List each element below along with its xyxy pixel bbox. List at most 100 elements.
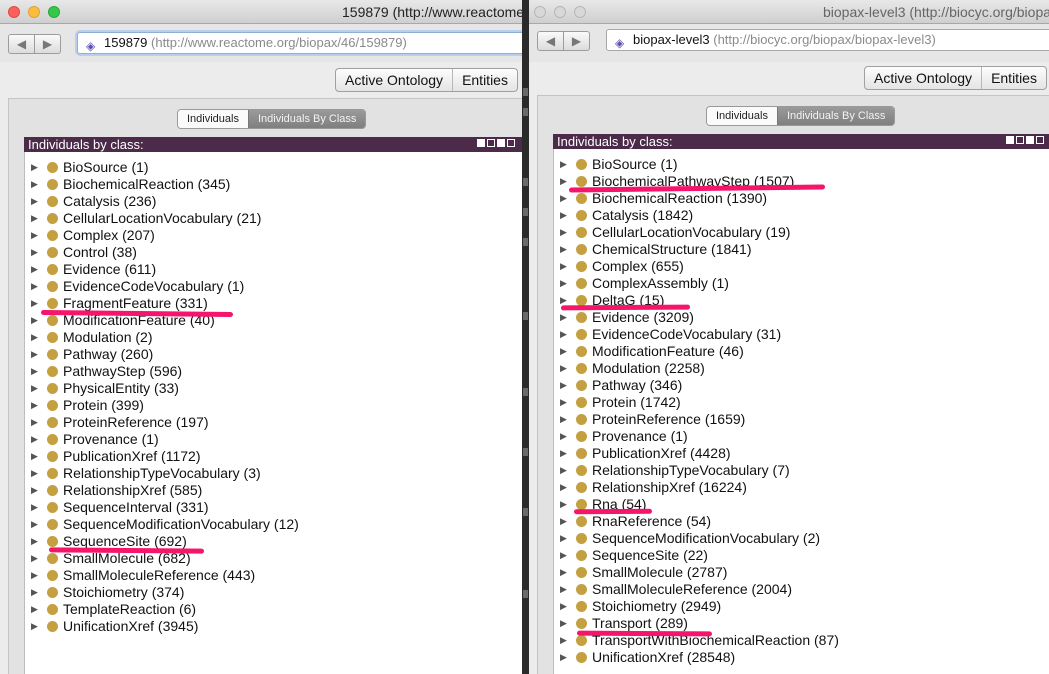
class-tree-row[interactable]: ▶ ModificationFeature (46) xyxy=(554,343,1034,360)
expand-arrow-icon[interactable]: ▶ xyxy=(31,244,38,261)
class-tree-row[interactable]: ▶ PathwayStep (596) xyxy=(25,363,505,380)
expand-arrow-icon[interactable]: ▶ xyxy=(31,363,38,380)
view-minimize-icon[interactable] xyxy=(1016,136,1024,144)
expand-arrow-icon[interactable]: ▶ xyxy=(31,567,38,584)
class-tree-row[interactable]: ▶ PhysicalEntity (33) xyxy=(25,380,505,397)
expand-arrow-icon[interactable]: ▶ xyxy=(560,513,567,530)
class-tree-row[interactable]: ▶ RelationshipXref (16224) xyxy=(554,479,1034,496)
expand-arrow-icon[interactable]: ▶ xyxy=(560,326,567,343)
expand-arrow-icon[interactable]: ▶ xyxy=(31,312,38,329)
class-tree-row[interactable]: ▶ Complex (207) xyxy=(25,227,505,244)
expand-arrow-icon[interactable]: ▶ xyxy=(31,261,38,278)
expand-arrow-icon[interactable]: ▶ xyxy=(31,210,38,227)
individuals-by-class-button[interactable]: Individuals By Class xyxy=(247,110,366,128)
class-tree-row[interactable]: ▶ Protein (399) xyxy=(25,397,505,414)
individuals-button[interactable]: Individuals xyxy=(707,107,777,125)
expand-arrow-icon[interactable]: ▶ xyxy=(560,241,567,258)
class-tree-row[interactable]: ▶ Transport (289) xyxy=(554,615,1034,632)
expand-arrow-icon[interactable]: ▶ xyxy=(560,411,567,428)
individuals-button[interactable]: Individuals xyxy=(178,110,248,128)
class-tree-row[interactable]: ▶ SmallMoleculeReference (443) xyxy=(25,567,505,584)
class-tree-row[interactable]: ▶ Pathway (346) xyxy=(554,377,1034,394)
forward-arrow-icon[interactable]: ▶ xyxy=(564,32,589,50)
expand-arrow-icon[interactable]: ▶ xyxy=(31,618,38,635)
class-tree-row[interactable]: ▶ SequenceInterval (331) xyxy=(25,499,505,516)
expand-arrow-icon[interactable]: ▶ xyxy=(31,431,38,448)
expand-arrow-icon[interactable]: ▶ xyxy=(31,533,38,550)
class-tree-row[interactable]: ▶ RelationshipTypeVocabulary (3) xyxy=(25,465,505,482)
class-tree-row[interactable]: ▶ RelationshipTypeVocabulary (7) xyxy=(554,462,1034,479)
class-tree-row[interactable]: ▶ PublicationXref (4428) xyxy=(554,445,1034,462)
class-tree-row[interactable]: ▶ Evidence (3209) xyxy=(554,309,1034,326)
expand-arrow-icon[interactable]: ▶ xyxy=(31,499,38,516)
class-tree-row[interactable]: ▶ SmallMoleculeReference (2004) xyxy=(554,581,1034,598)
expand-arrow-icon[interactable]: ▶ xyxy=(560,598,567,615)
class-tree-row[interactable]: ▶ BioSource (1) xyxy=(25,159,505,176)
class-tree-row[interactable]: ▶ EvidenceCodeVocabulary (1) xyxy=(25,278,505,295)
class-tree-row[interactable]: ▶ Protein (1742) xyxy=(554,394,1034,411)
zoom-icon[interactable] xyxy=(574,6,586,18)
expand-arrow-icon[interactable]: ▶ xyxy=(31,465,38,482)
expand-arrow-icon[interactable]: ▶ xyxy=(31,278,38,295)
class-tree-row[interactable]: ▶ CellularLocationVocabulary (19) xyxy=(554,224,1034,241)
back-arrow-icon[interactable]: ◀ xyxy=(9,35,35,53)
class-tree-row[interactable]: ▶ BiochemicalReaction (345) xyxy=(25,176,505,193)
expand-arrow-icon[interactable]: ▶ xyxy=(560,377,567,394)
expand-arrow-icon[interactable]: ▶ xyxy=(560,547,567,564)
expand-arrow-icon[interactable]: ▶ xyxy=(560,258,567,275)
tab-entities[interactable]: Entities xyxy=(452,69,517,91)
expand-arrow-icon[interactable]: ▶ xyxy=(560,224,567,241)
class-tree-row[interactable]: ▶ ComplexAssembly (1) xyxy=(554,275,1034,292)
expand-arrow-icon[interactable]: ▶ xyxy=(560,581,567,598)
class-tree-row[interactable]: ▶ Provenance (1) xyxy=(25,431,505,448)
class-tree-row[interactable]: ▶ Provenance (1) xyxy=(554,428,1034,445)
class-tree-row[interactable]: ▶ SequenceSite (22) xyxy=(554,547,1034,564)
minimize-icon[interactable] xyxy=(28,6,40,18)
view-minimize-icon[interactable] xyxy=(487,139,495,147)
class-tree-row[interactable]: ▶ Pathway (260) xyxy=(25,346,505,363)
expand-arrow-icon[interactable]: ▶ xyxy=(31,516,38,533)
class-tree-row[interactable]: ▶ PublicationXref (1172) xyxy=(25,448,505,465)
expand-arrow-icon[interactable]: ▶ xyxy=(31,584,38,601)
expand-arrow-icon[interactable]: ▶ xyxy=(31,227,38,244)
expand-arrow-icon[interactable]: ▶ xyxy=(560,462,567,479)
tab-entities[interactable]: Entities xyxy=(981,67,1046,89)
expand-arrow-icon[interactable]: ▶ xyxy=(31,193,38,210)
class-tree-row[interactable]: ▶ Catalysis (236) xyxy=(25,193,505,210)
expand-arrow-icon[interactable]: ▶ xyxy=(560,479,567,496)
class-tree-row[interactable]: ▶ CellularLocationVocabulary (21) xyxy=(25,210,505,227)
back-arrow-icon[interactable]: ◀ xyxy=(538,32,564,50)
expand-arrow-icon[interactable]: ▶ xyxy=(560,156,567,173)
expand-arrow-icon[interactable]: ▶ xyxy=(31,414,38,431)
class-tree-row[interactable]: ▶ SequenceModificationVocabulary (12) xyxy=(25,516,505,533)
expand-arrow-icon[interactable]: ▶ xyxy=(560,190,567,207)
expand-arrow-icon[interactable]: ▶ xyxy=(31,295,38,312)
class-tree-row[interactable]: ▶ SequenceModificationVocabulary (2) xyxy=(554,530,1034,547)
class-tree-row[interactable]: ▶ Stoichiometry (2949) xyxy=(554,598,1034,615)
class-tree-row[interactable]: ▶ RnaReference (54) xyxy=(554,513,1034,530)
tab-active-ontology[interactable]: Active Ontology xyxy=(336,69,452,91)
class-tree-row[interactable]: ▶ ProteinReference (1659) xyxy=(554,411,1034,428)
class-tree-row[interactable]: ▶ UnificationXref (28548) xyxy=(554,649,1034,666)
expand-arrow-icon[interactable]: ▶ xyxy=(31,380,38,397)
individuals-by-class-button[interactable]: Individuals By Class xyxy=(776,107,895,125)
class-tree-row[interactable]: ▶ Complex (655) xyxy=(554,258,1034,275)
window-titlebar[interactable]: 159879 (http://www.reactome.org/biopax/4… xyxy=(0,0,522,24)
expand-arrow-icon[interactable]: ▶ xyxy=(31,176,38,193)
minimize-icon[interactable] xyxy=(554,6,566,18)
expand-arrow-icon[interactable]: ▶ xyxy=(31,329,38,346)
class-tree-row[interactable]: ▶ TemplateReaction (6) xyxy=(25,601,505,618)
expand-arrow-icon[interactable]: ▶ xyxy=(560,649,567,666)
close-icon[interactable] xyxy=(8,6,20,18)
expand-arrow-icon[interactable]: ▶ xyxy=(560,360,567,377)
class-tree-row[interactable]: ▶ ProteinReference (197) xyxy=(25,414,505,431)
close-icon[interactable] xyxy=(534,6,546,18)
expand-arrow-icon[interactable]: ▶ xyxy=(560,615,567,632)
zoom-icon[interactable] xyxy=(48,6,60,18)
view-split-icon[interactable] xyxy=(477,139,485,147)
expand-arrow-icon[interactable]: ▶ xyxy=(560,173,567,190)
forward-arrow-icon[interactable]: ▶ xyxy=(35,35,60,53)
class-tree-row[interactable]: ▶ UnificationXref (3945) xyxy=(25,618,505,635)
tab-active-ontology[interactable]: Active Ontology xyxy=(865,67,981,89)
expand-arrow-icon[interactable]: ▶ xyxy=(560,496,567,513)
